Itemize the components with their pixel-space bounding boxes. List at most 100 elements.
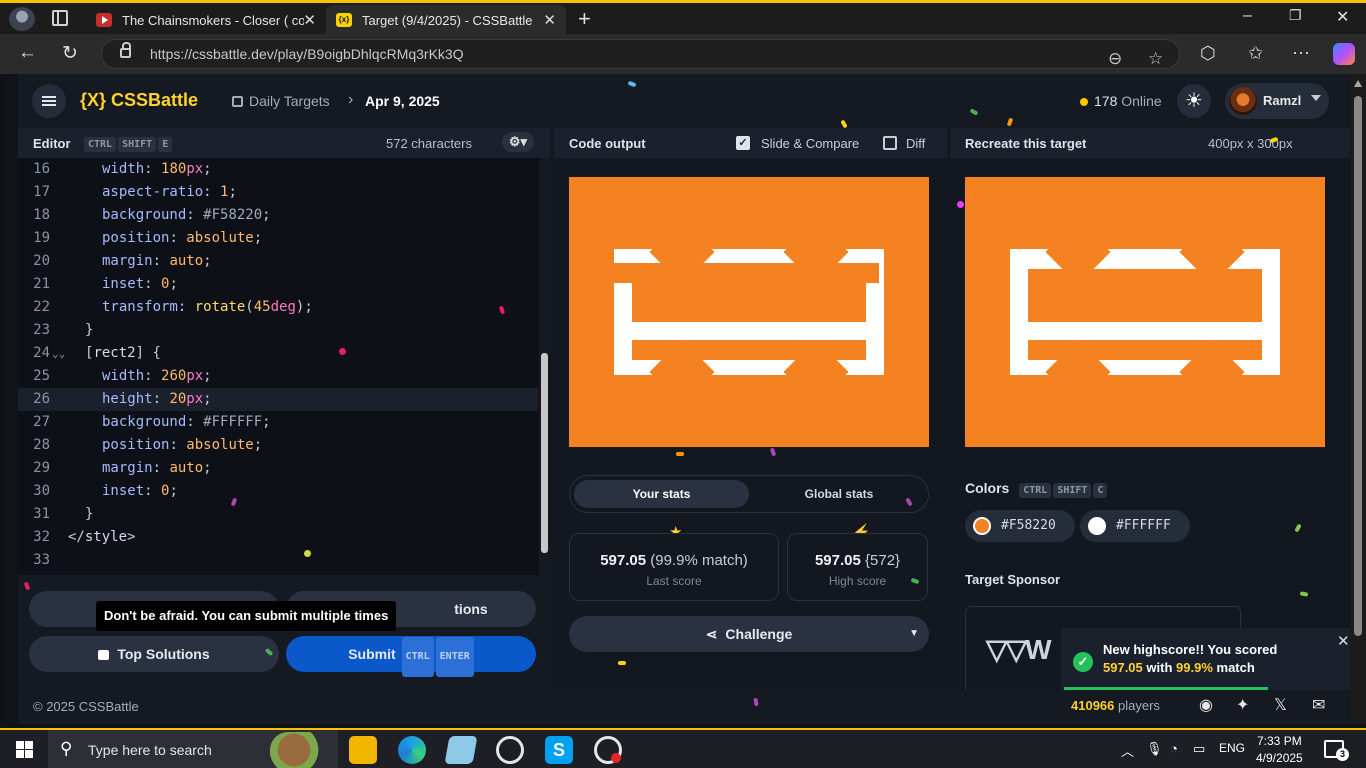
close-window-button[interactable]: ✕	[1336, 7, 1349, 27]
page-scroll-thumb[interactable]	[1354, 96, 1362, 636]
lock-icon[interactable]	[120, 42, 131, 58]
file-explorer-icon[interactable]	[349, 736, 377, 764]
code-line[interactable]: 31}	[18, 503, 538, 526]
zoom-icon[interactable]: ⊖	[1108, 45, 1122, 73]
colors-heading: Colors CTRL SHIFT C	[965, 480, 1108, 498]
slide-compare-checkbox[interactable]: ✓	[736, 136, 750, 150]
notes-app-icon[interactable]	[444, 736, 478, 764]
address-field[interactable]: https://cssbattle.dev/play/B9oigbDhlqcRM…	[101, 39, 1180, 69]
code-line[interactable]: 27 background: #FFFFFF;	[18, 411, 538, 434]
code-line[interactable]: 20 margin: auto;	[18, 250, 538, 273]
code-line[interactable]: 21 inset: 0;	[18, 273, 538, 296]
extensions-icon[interactable]: ⬡	[1200, 43, 1216, 64]
windows-taskbar: ⚲ Type here to search S ︿ 🎙 ◔ ▭ ENG 7:33…	[0, 728, 1366, 768]
share-icon: ⋖	[705, 626, 718, 642]
top-solutions-button[interactable]: Top Solutions	[29, 636, 279, 672]
editor-scrollbar[interactable]	[539, 158, 550, 575]
favorite-star-icon[interactable]: ☆	[1148, 45, 1163, 73]
mail-icon[interactable]: ✉	[1312, 695, 1325, 715]
microphone-icon[interactable]: 🎙	[1146, 741, 1163, 757]
line-number: 30	[33, 483, 50, 499]
code-text: transform: rotate(45deg);	[102, 299, 313, 315]
page-scrollbar[interactable]	[1350, 74, 1366, 724]
fold-icon[interactable]: ⌄⌄	[52, 342, 65, 365]
code-line[interactable]: 29 margin: auto;	[18, 457, 538, 480]
obs-icon[interactable]	[594, 736, 622, 764]
code-line[interactable]: 30 inset: 0;	[18, 480, 538, 503]
editor-scroll-thumb[interactable]	[541, 353, 548, 553]
maximize-button[interactable]: ❐	[1289, 7, 1302, 24]
battery-icon[interactable]: ▭	[1193, 741, 1205, 757]
code-line[interactable]: 26 height: 20px;	[18, 388, 538, 411]
code-output-canvas[interactable]	[569, 177, 929, 447]
code-line[interactable]: 16 width: 180px;	[18, 158, 538, 181]
copilot-icon[interactable]	[1333, 43, 1355, 65]
windows-start-icon[interactable]	[16, 741, 33, 758]
discord-icon[interactable]: ◉	[1199, 695, 1213, 715]
wifi-icon[interactable]: ◔	[1170, 741, 1178, 756]
user-menu-button[interactable]: Ramzl	[1225, 83, 1329, 119]
tab-global-stats[interactable]: Global stats	[754, 480, 924, 508]
more-menu-icon[interactable]: ⋯	[1292, 43, 1310, 64]
tab-title: The Chainsmokers - Closer ( cover	[122, 12, 304, 28]
toast-line2: 597.05 with 99.9% match	[1103, 660, 1255, 675]
code-text: height: 20px;	[102, 391, 212, 407]
sun-icon: ☀	[1185, 90, 1203, 112]
scroll-up-icon[interactable]	[1354, 80, 1362, 87]
code-line[interactable]: 28 position: absolute;	[18, 434, 538, 457]
copyright: © 2025 CSSBattle	[33, 699, 139, 714]
new-tab-button[interactable]: +	[578, 6, 591, 32]
code-text: aspect-ratio: 1;	[102, 184, 237, 200]
close-toast-icon[interactable]: ✕	[1337, 632, 1350, 650]
color-swatch-white[interactable]: #FFFFFF	[1080, 510, 1190, 542]
minimize-button[interactable]: –	[1243, 7, 1252, 25]
tray-overflow-icon[interactable]: ︿	[1121, 741, 1134, 760]
code-text: inset: 0;	[102, 483, 178, 499]
cssbattle-logo[interactable]: {X} CSSBattle	[80, 90, 198, 111]
line-number: 29	[33, 460, 50, 476]
x-icon[interactable]: 𝕏	[1274, 695, 1287, 715]
favorites-icon[interactable]: ✩	[1248, 43, 1263, 64]
code-line[interactable]: 22 transform: rotate(45deg);	[18, 296, 538, 319]
code-line[interactable]: 32 </style>	[18, 526, 538, 549]
code-line[interactable]: 19 position: absolute;	[18, 227, 538, 250]
chatgpt-icon[interactable]	[496, 736, 524, 764]
browser-tab-cssbattle[interactable]: {x} Target (9/4/2025) - CSSBattle ✕	[326, 5, 566, 35]
tab-actions-icon[interactable]	[52, 10, 68, 26]
code-line[interactable]: 23}	[18, 319, 538, 342]
notification-icon[interactable]: 3	[1324, 740, 1349, 761]
taskbar-clock[interactable]: 7:33 PM 4/9/2025	[1256, 733, 1303, 767]
code-line[interactable]: 17 aspect-ratio: 1;	[18, 181, 538, 204]
close-tab-icon[interactable]: ✕	[303, 11, 316, 29]
line-number: 28	[33, 437, 50, 453]
bluesky-icon[interactable]: ✦	[1236, 695, 1249, 715]
skype-icon[interactable]: S	[545, 736, 573, 764]
code-line[interactable]: 24 ⌄⌄ [rect2] {	[18, 342, 538, 365]
code-line[interactable]: 33	[18, 549, 538, 572]
highscore-toast: ✓ New highscore!! You scored 597.05 with…	[1061, 628, 1350, 692]
edge-icon[interactable]	[398, 736, 426, 764]
code-editor[interactable]: 16 width: 180px; 17 aspect-ratio: 1; 18 backg…	[18, 158, 550, 575]
theme-toggle-button[interactable]: ☀	[1177, 84, 1211, 118]
refresh-icon[interactable]: ↻	[62, 42, 78, 65]
profile-avatar[interactable]	[9, 7, 35, 31]
breadcrumb-daily-targets[interactable]: Daily Targets	[232, 93, 330, 109]
code-line[interactable]: 18 background: #F58220;	[18, 204, 538, 227]
cssbattle-favicon-icon: {x}	[336, 13, 352, 27]
line-number: 24	[33, 345, 50, 361]
submit-button[interactable]: Submit CTRL ENTER	[286, 636, 536, 677]
color-swatch-orange[interactable]: #F58220	[965, 510, 1075, 542]
browser-tab-youtube[interactable]: The Chainsmokers - Closer ( cover ✕	[86, 5, 326, 35]
close-tab-icon[interactable]: ✕	[543, 11, 556, 29]
youtube-icon	[96, 13, 112, 27]
language-indicator[interactable]: ENG	[1219, 741, 1245, 755]
back-icon[interactable]: ←	[18, 42, 37, 64]
tab-your-stats[interactable]: Your stats	[574, 480, 749, 508]
challenge-button[interactable]: ⋖ Challenge ▼	[569, 616, 929, 652]
diff-checkbox[interactable]	[883, 136, 897, 150]
chevron-down-icon: ▼	[909, 628, 919, 639]
editor-settings-button[interactable]: ⚙▾	[502, 132, 534, 152]
taskbar-search[interactable]: ⚲ Type here to search	[48, 730, 338, 768]
code-line[interactable]: 25 width: 260px;	[18, 365, 538, 388]
menu-button[interactable]	[32, 84, 66, 118]
